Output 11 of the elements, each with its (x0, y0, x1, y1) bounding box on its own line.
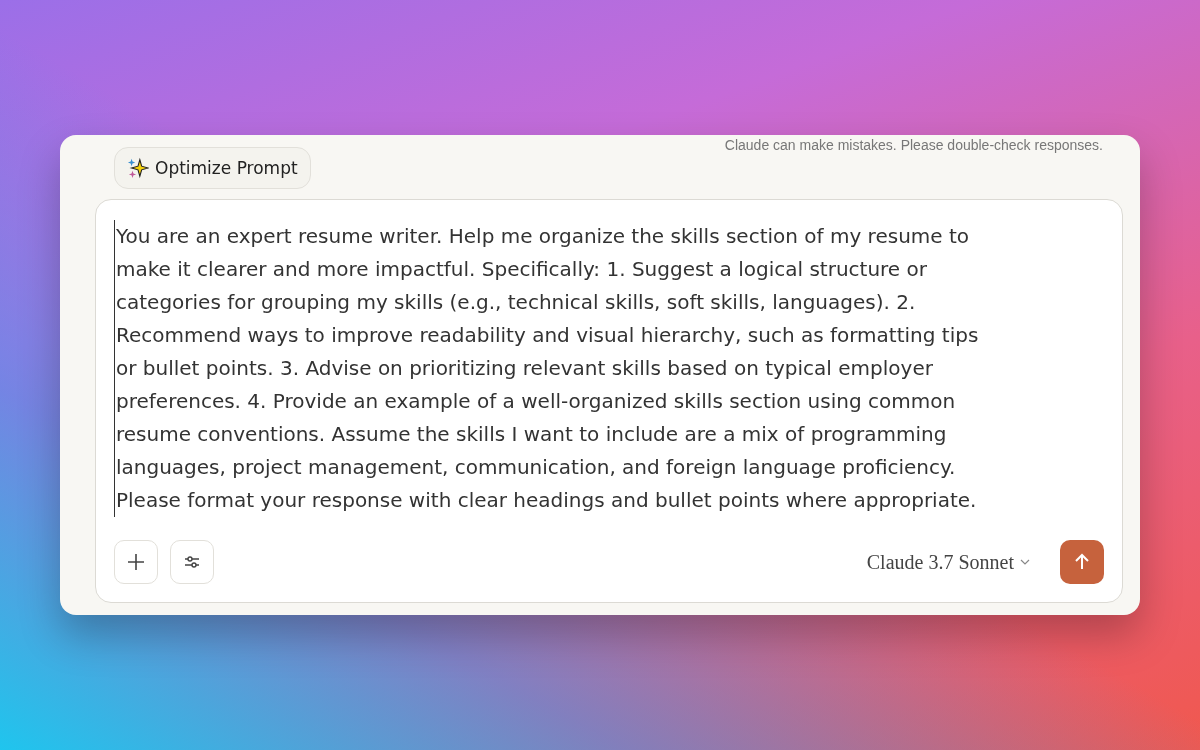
settings-button[interactable] (170, 540, 214, 584)
optimize-prompt-button[interactable]: Optimize Prompt (114, 147, 311, 189)
plus-icon (126, 552, 146, 572)
model-selector[interactable]: Claude 3.7 Sonnet (860, 549, 1036, 575)
send-button[interactable] (1060, 540, 1104, 584)
chevron-down-icon (1020, 559, 1030, 565)
prompt-input-card[interactable] (95, 199, 1123, 603)
add-button[interactable] (114, 540, 158, 584)
sparkle-icon (127, 157, 149, 179)
prompt-text: You are an expert resume writer. Help me organize the skills section of my resume to make it clearer and more impactful. Specifically: 1. Suggest a logical structure or categories for grouping my skills (e.g., technical skills, soft skills, languages). 2. Recommend ways to improve readability and visual hierarchy, such as formatting tips or bullet points. 3. Advise on prioritizing relevant skills based on typical employer preferences. 4. Provide an example of a well-organized skills section using common resume conventions. Assume the skills I want to include are a mix of programming languages, project management, communication, and foreign language proficiency. Please format your response with clear headings and bullet points where appropriate. (114, 220, 1001, 517)
disclaimer-text: Claude can make mistakes. Please double-check responses. (724, 137, 1103, 153)
